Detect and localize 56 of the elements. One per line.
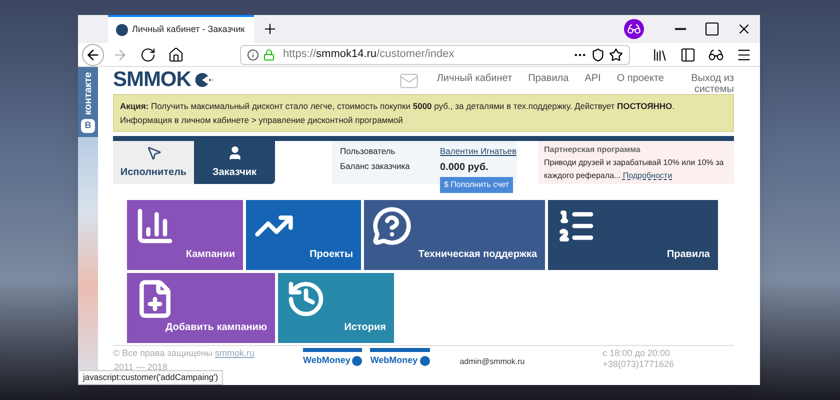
email-text: admin@smmok.ru <box>460 356 525 368</box>
maximize-icon <box>704 21 720 37</box>
site-logo: SMMOK <box>113 69 191 90</box>
address-bar[interactable]: https://smmok14.ru/customer/index <box>240 44 630 64</box>
hours-text: с 18:00 до 20:00 <box>602 348 671 359</box>
chart-icon <box>135 206 175 246</box>
tab-title: Личный кабинет - Заказчик <box>132 23 245 36</box>
partner-text: Приводи друзей и зарабатывай 10% или 10% за каждого реферала... Подробности <box>544 157 725 182</box>
role-tab[interactable]: Заказчик <box>194 141 275 184</box>
site-favicon-icon <box>116 24 128 36</box>
nav-link[interactable]: API <box>584 73 601 84</box>
widget-label: контакте <box>82 72 94 115</box>
library-icon <box>652 46 668 62</box>
promo-banner: Акция: Получить максимальный дисконт стало легче, стоимость покупки 5000 руб., за деталями в тех.поддержку. Действует ПОСТОЯННО. Информация в личном кабинете > управление дисконтной программой <box>113 94 734 132</box>
menu-tile[interactable]: Техническая поддержка <box>364 200 545 270</box>
balance-label: Баланс заказчика <box>340 160 411 173</box>
topup-button[interactable]: $ Пополнить счет <box>440 176 514 193</box>
nav-link[interactable]: Выход из системы <box>680 73 734 95</box>
copyright-text: © Все права защищены smmok.ru <box>113 348 256 359</box>
vk-widget[interactable]: контакте В <box>78 67 98 137</box>
nav-link[interactable]: Правила <box>528 73 569 84</box>
role-tab[interactable]: Исполнитель <box>113 141 194 184</box>
browser-tab[interactable]: Личный кабинет - Заказчик <box>108 15 254 43</box>
nav-link[interactable]: Личный кабинет <box>436 73 512 84</box>
pacman-logo-icon <box>194 72 213 86</box>
vk-logo: В <box>81 119 95 133</box>
sidebar-icon <box>680 46 696 62</box>
back-button[interactable] <box>82 44 104 66</box>
menu-tile[interactable]: Кампании <box>127 200 243 270</box>
phone-text: +38(073)1771626 <box>602 359 674 370</box>
status-url-tooltip: javascript:customer('addCampaing') <box>78 370 224 385</box>
bookmark-star-icon[interactable] <box>609 48 623 62</box>
webmoney-badge: WebMoney <box>370 348 430 368</box>
reload-icon <box>140 46 156 62</box>
plus-icon <box>262 21 278 37</box>
info-icon <box>247 48 259 60</box>
back-arrow-icon <box>85 46 101 62</box>
minimize-icon <box>674 28 686 30</box>
user-label: Пользователь <box>340 145 396 158</box>
person-icon <box>226 145 242 161</box>
menu-tile[interactable]: Проекты <box>246 200 361 270</box>
menu-tile[interactable]: Добавить кампанию <box>127 273 275 343</box>
webmoney-badge: WebMoney <box>303 348 362 368</box>
partner-title: Партнерская программа <box>544 144 642 156</box>
lock-icon <box>263 48 275 60</box>
home-icon <box>168 46 184 62</box>
nav-link[interactable]: О проекте <box>616 73 664 84</box>
question-bubble-icon <box>372 206 412 246</box>
menu-tile[interactable]: Правила <box>548 200 718 270</box>
details-link[interactable]: Подробности <box>622 171 672 180</box>
menu-tile[interactable]: История <box>278 273 394 343</box>
url-text: https://smmok14.ru/customer/index <box>283 47 454 62</box>
balance-value: 0.000 руб. <box>440 160 490 175</box>
cursor-icon <box>146 145 162 161</box>
history-icon <box>286 279 326 319</box>
user-name-link[interactable]: Валентин Игнатьев <box>440 145 516 158</box>
